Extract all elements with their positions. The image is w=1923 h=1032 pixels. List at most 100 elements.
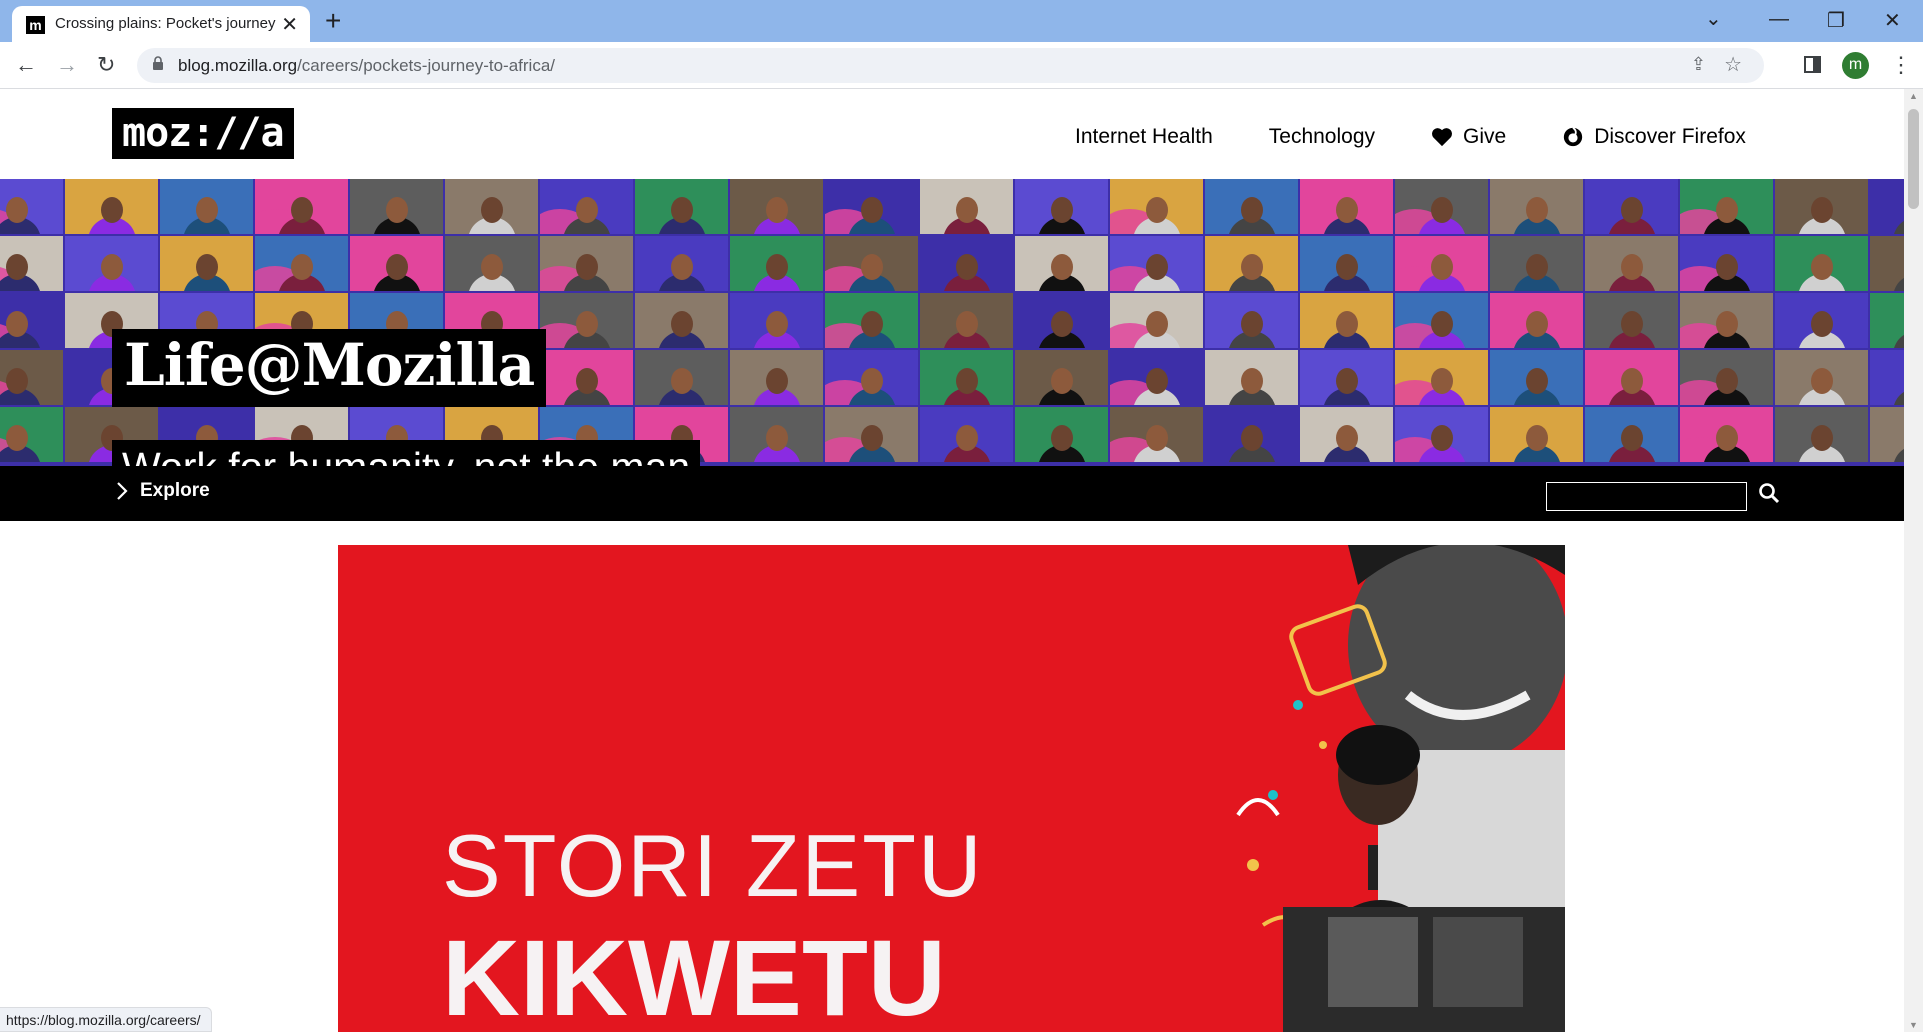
participant-tile [825,179,918,234]
nav-give[interactable]: Give [1431,125,1506,149]
participant-tile [1680,293,1773,348]
reload-icon[interactable]: ↻ [97,52,115,78]
participant-tile [1585,179,1678,234]
participant-tile [1300,179,1393,234]
main-nav: Internet Health Technology Give Discover… [1075,125,1746,149]
participant-tile [0,350,63,405]
participant-tile [1015,236,1108,291]
participant-tile [1300,293,1393,348]
participant-tile [1395,179,1488,234]
heart-icon [1432,128,1452,147]
participant-tile [1205,179,1298,234]
explore-bar: Explore [0,466,1904,521]
chevron-right-icon [117,482,128,500]
browser-menu-icon[interactable]: ⋮ [1890,52,1912,78]
participant-tile [1680,236,1773,291]
participant-tile [1585,350,1678,405]
participant-tile [160,179,253,234]
participant-tile [1680,179,1773,234]
tab-title: Crossing plains: Pocket's journey [55,15,276,32]
participant-tile [1300,236,1393,291]
participant-tile [1490,407,1583,462]
video-call-mosaic [0,179,1904,462]
scroll-up-icon[interactable]: ▲ [1909,91,1918,101]
participant-tile [540,293,633,348]
participant-tile [255,236,348,291]
participant-tile [540,350,633,405]
tab-strip: m Crossing plains: Pocket's journey ✕ + … [0,0,1923,42]
participant-tile [730,179,823,234]
participant-tile [1680,407,1773,462]
participant-tile [540,236,633,291]
new-tab-icon[interactable]: + [325,5,341,37]
scroll-down-icon[interactable]: ▼ [1909,1020,1918,1030]
participant-tile [0,236,63,291]
back-icon[interactable]: ← [15,52,37,78]
close-window-icon[interactable]: ✕ [1884,8,1901,33]
participant-tile [1870,407,1904,462]
nav-technology[interactable]: Technology [1269,125,1375,149]
participant-tile [65,179,158,234]
participant-tile [920,350,1013,405]
minimize-icon[interactable]: — [1769,8,1789,31]
participant-tile [1680,350,1773,405]
hero-subtitle: Work for humanity, not the man [112,440,701,466]
restore-icon[interactable]: ❐ [1827,8,1845,33]
search-icon[interactable] [1758,482,1780,504]
participant-tile [445,236,538,291]
side-panel-icon[interactable] [1804,56,1821,73]
tab-search-icon[interactable]: ⌄ [1705,6,1722,31]
participant-tile [1015,179,1108,234]
search-input[interactable] [1546,482,1747,511]
participant-tile [0,179,63,234]
link-status-bubble: https://blog.mozilla.org/careers/ [0,1007,212,1032]
bookmark-star-icon[interactable]: ☆ [1724,52,1742,77]
participant-tile [920,407,1013,462]
forward-icon[interactable]: → [56,52,78,78]
mozilla-favicon-icon: m [26,16,45,34]
page-scrollbar[interactable]: ▲ ▼ [1904,89,1923,1032]
participant-tile [445,179,538,234]
share-icon[interactable]: ⇪ [1691,54,1706,75]
participant-tile [1395,350,1488,405]
mozilla-logo[interactable]: moz://a [112,108,294,159]
participant-tile [1205,407,1298,462]
participant-tile [920,236,1013,291]
profile-avatar[interactable]: m [1842,52,1869,79]
close-tab-icon[interactable]: ✕ [281,12,298,37]
participant-tile [730,407,823,462]
participant-tile [635,179,728,234]
participant-tile [1775,407,1868,462]
nav-discover-firefox[interactable]: Discover Firefox [1562,125,1746,149]
participant-tile [1110,407,1203,462]
explore-toggle[interactable]: Explore [116,480,210,502]
address-bar[interactable]: blog.mozilla.org/careers/pockets-journey… [137,48,1764,83]
nav-internet-health[interactable]: Internet Health [1075,125,1213,149]
participant-tile [1490,179,1583,234]
participant-tile [920,179,1013,234]
participant-tile [540,179,633,234]
article-hero-image: STORI ZETU KIKWETU [338,545,1565,1032]
participant-tile [1775,236,1868,291]
participant-tile [730,350,823,405]
active-tab[interactable]: m Crossing plains: Pocket's journey ✕ [12,6,310,42]
participant-tile [160,236,253,291]
participant-tile [920,293,1013,348]
participant-tile [1775,293,1868,348]
participant-tile [1870,350,1904,405]
participant-tile [1585,407,1678,462]
participant-tile [825,293,918,348]
web-page: moz://a Internet Health Technology Give … [0,89,1904,1032]
speaker-photo [1236,545,1565,1032]
hero-title: Life@Mozilla [112,329,547,407]
participant-tile [1300,350,1393,405]
participant-tile [1395,236,1488,291]
scrollbar-thumb[interactable] [1908,109,1919,209]
url-text[interactable]: blog.mozilla.org/careers/pockets-journey… [178,56,555,76]
participant-tile [825,236,918,291]
participant-tile [1300,407,1393,462]
participant-tile [1490,236,1583,291]
hero-banner: Life@Mozilla Work for humanity, not the … [0,179,1904,466]
participant-tile [1490,293,1583,348]
participant-tile [730,236,823,291]
